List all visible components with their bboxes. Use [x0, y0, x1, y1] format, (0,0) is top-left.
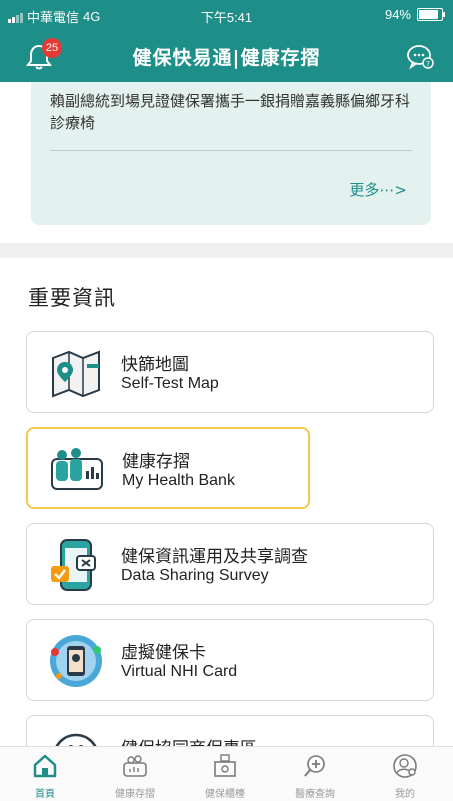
tab-label: 首頁 [35, 789, 55, 800]
tab-counter[interactable]: 健保櫃檯 [180, 753, 270, 800]
card-my-health-bank[interactable]: 健康存摺 My Health Bank [26, 427, 310, 509]
news-divider [50, 150, 412, 151]
card-self-test-map[interactable]: 快篩地圖 Self-Test Map [26, 331, 434, 413]
status-right: 94% [384, 7, 445, 22]
battery-icon [417, 8, 445, 21]
map-icon [52, 350, 100, 398]
news-headline[interactable]: 賴副總統到場見證健保署攜手一銀捐贈嘉義縣偏鄉牙科診療椅 [50, 90, 412, 134]
tab-home[interactable]: 首頁 [0, 753, 90, 800]
profile-icon [393, 754, 417, 778]
tab-label: 我的 [395, 789, 415, 800]
card-title-zh: 健保資訊運用及共享調查 [121, 547, 308, 567]
app-header: 25 健保快易通|健康存摺 ? [0, 30, 453, 82]
card-title-en: Data Sharing Survey [121, 567, 269, 584]
virtual-card-icon [50, 635, 102, 687]
card-title-zh: 健康存摺 [122, 452, 190, 472]
more-link[interactable]: 更多⋯> [349, 179, 407, 200]
card-title-en: Virtual NHI Card [121, 663, 238, 680]
health-bank-icon [51, 448, 103, 490]
health-bank-tab-icon [123, 755, 147, 777]
page-title: 健保快易通|健康存摺 [132, 47, 321, 69]
section-divider [0, 243, 453, 258]
battery-label: 94% [384, 7, 411, 22]
bottom-tab-bar: 首頁 健康存摺 健保櫃檯 醫療查詢 我的 [0, 746, 453, 801]
card-title-en: My Health Bank [122, 472, 235, 489]
chat-help-icon[interactable]: ? [405, 41, 435, 71]
home-icon [33, 754, 57, 778]
news-card[interactable]: 賴副總統到場見證健保署攜手一銀捐贈嘉義縣偏鄉牙科診療椅 更多⋯> [31, 82, 431, 225]
survey-phone-icon [51, 539, 96, 591]
card-virtual-nhi-card[interactable]: 虛擬健保卡 Virtual NHI Card [26, 619, 434, 701]
counter-icon [214, 754, 236, 777]
important-info-title: 重要資訊 [28, 286, 116, 310]
card-title-en: Self-Test Map [121, 375, 219, 392]
status-bar: 中華電信 4G 下午5:41 94% [0, 0, 453, 30]
tab-medical-search[interactable]: 醫療查詢 [270, 753, 360, 800]
svg-text:?: ? [426, 60, 430, 68]
tab-profile[interactable]: 我的 [360, 753, 450, 800]
card-data-sharing-survey[interactable]: 健保資訊運用及共享調查 Data Sharing Survey [26, 523, 434, 605]
medical-search-icon [304, 755, 325, 777]
tab-label: 健保櫃檯 [205, 789, 245, 800]
card-title-zh: 虛擬健保卡 [121, 643, 206, 663]
tab-health-bank[interactable]: 健康存摺 [90, 753, 180, 800]
tab-label: 健康存摺 [115, 789, 155, 800]
card-title-zh: 快篩地圖 [121, 355, 189, 375]
tab-label: 醫療查詢 [295, 789, 335, 800]
